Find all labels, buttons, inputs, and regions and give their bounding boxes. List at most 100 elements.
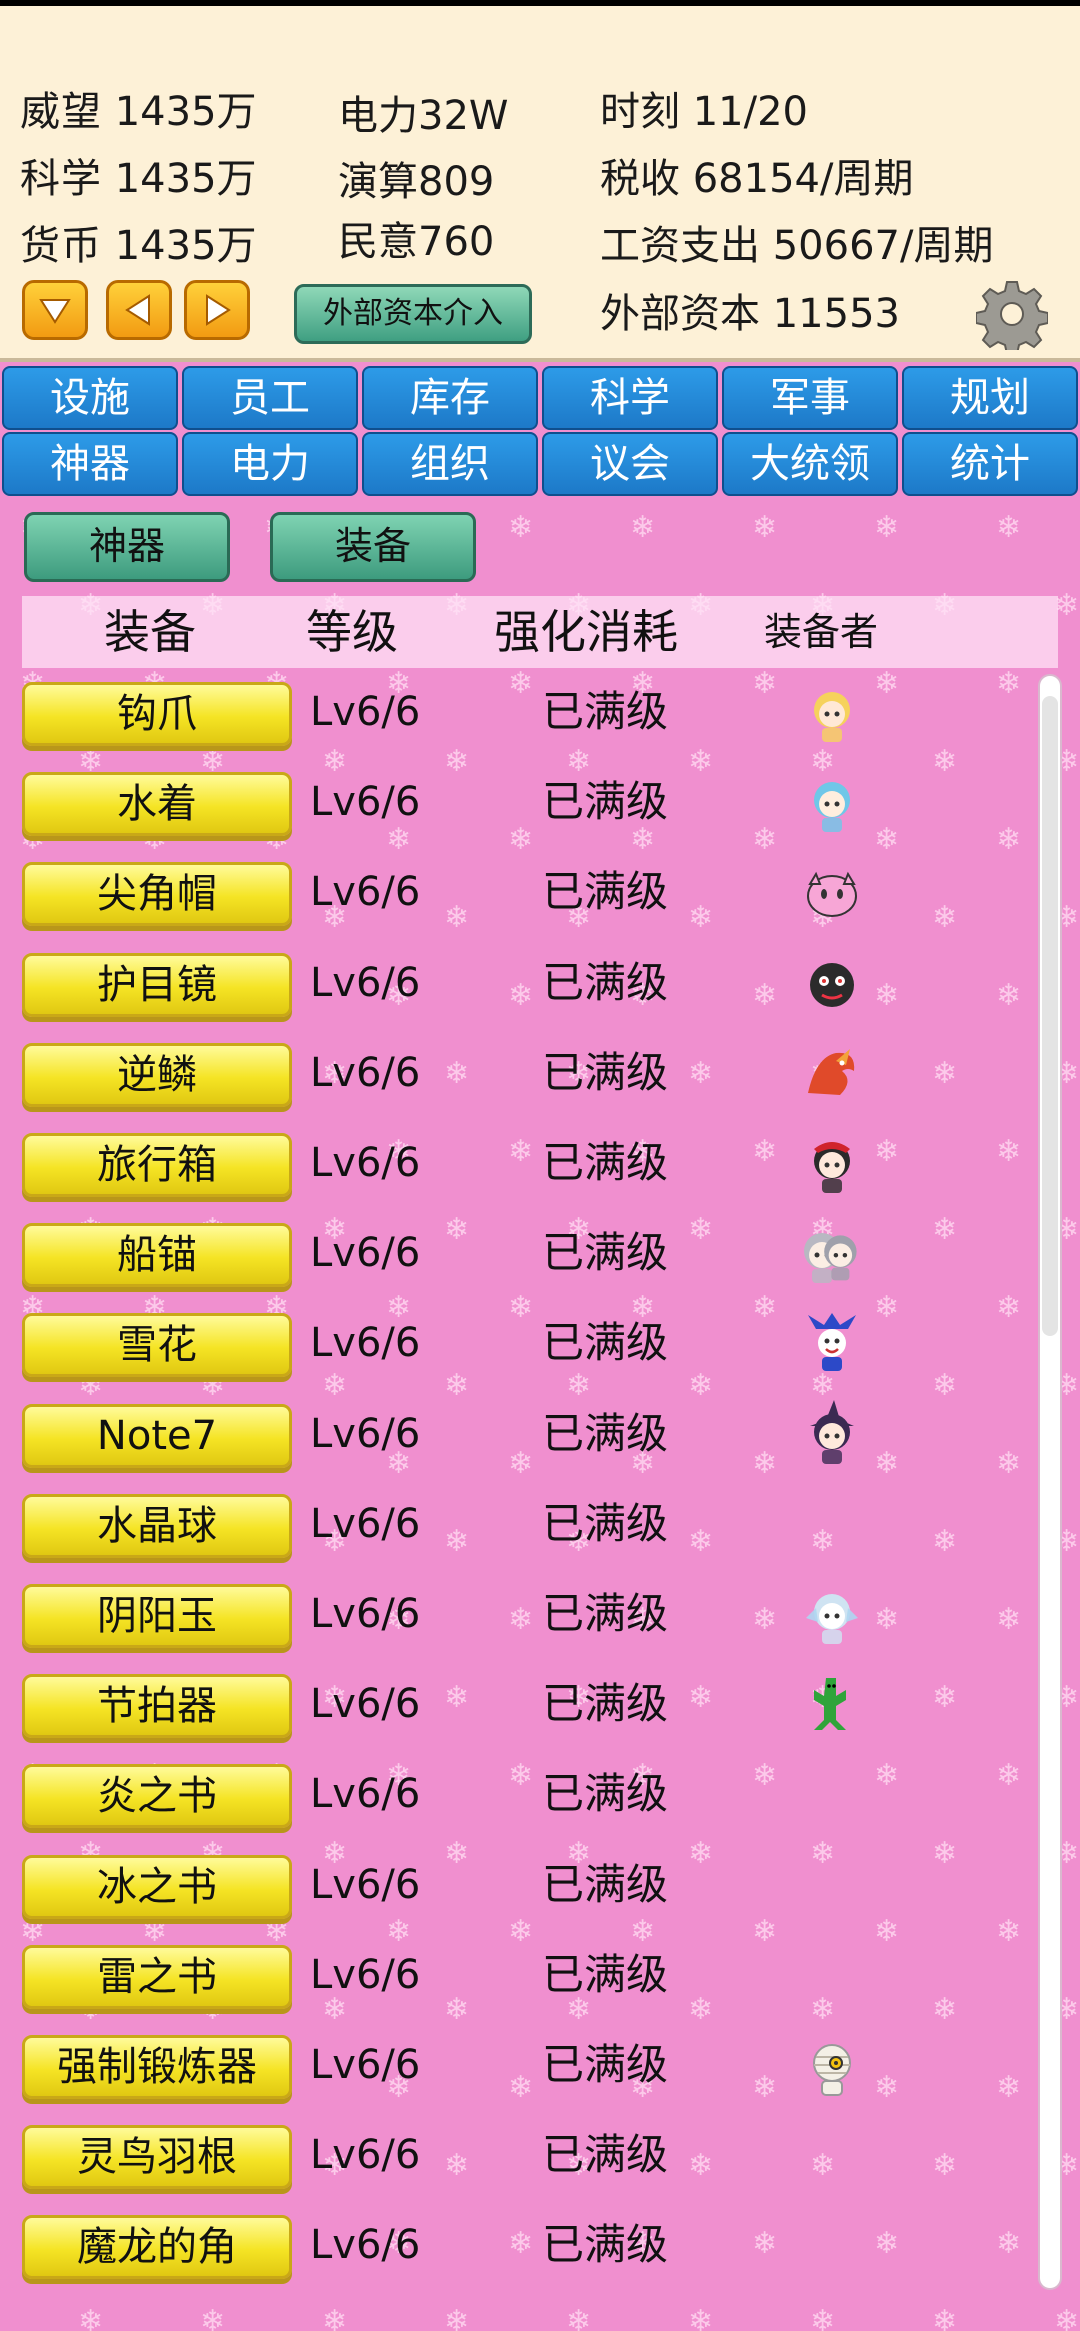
next-button[interactable]: [184, 280, 250, 340]
owner-avatar[interactable]: [796, 1307, 868, 1379]
arrow-left-icon: [125, 294, 150, 326]
equipment-name-button[interactable]: 炎之书: [22, 1764, 292, 1829]
scrollbar[interactable]: [1038, 674, 1062, 2290]
equipment-level: Lv6/6: [310, 1681, 421, 1728]
external-capital-button[interactable]: 外部资本介入: [294, 284, 532, 344]
equipment-level: Lv6/6: [310, 2042, 421, 2088]
stat-label: 时刻: [600, 89, 680, 135]
table-row: 炎之书 Lv6/6 已满级: [0, 1758, 1030, 1848]
snowflake-decoration: ❄: [688, 2304, 714, 2331]
upgrade-cost: 已满级: [542, 1589, 669, 1638]
equipment-name-button[interactable]: 节拍器: [22, 1674, 292, 1739]
upgrade-cost: 已满级: [542, 777, 669, 827]
equipment-name-button[interactable]: 雷之书: [22, 1944, 292, 2009]
equipment-level: Lv6/6: [310, 869, 421, 916]
tab-parliament[interactable]: 议会: [542, 432, 718, 496]
tab-science[interactable]: 科学: [542, 366, 718, 430]
tab-organization[interactable]: 组织: [362, 432, 538, 496]
owner-avatar[interactable]: [796, 1037, 868, 1109]
stat-value: 760: [418, 219, 495, 265]
equipment-level: Lv6/6: [310, 1500, 421, 1547]
equipment-name-button[interactable]: 灵鸟羽根: [22, 2125, 292, 2190]
table-row: 阴阳玉 Lv6/6 已满级: [0, 1578, 1030, 1668]
tab-power[interactable]: 电力: [182, 432, 358, 496]
equipment-level: Lv6/6: [310, 1861, 421, 1908]
owner-avatar[interactable]: [796, 856, 868, 928]
stat-label: 民意: [338, 219, 418, 265]
snowflake-decoration: ❄: [444, 2304, 470, 2331]
tab-staff[interactable]: 员工: [182, 366, 358, 430]
tab-facilities[interactable]: 设施: [2, 366, 178, 430]
equipment-name-button[interactable]: 冰之书: [22, 1854, 292, 1919]
owner-avatar[interactable]: [796, 676, 868, 748]
owner-avatar[interactable]: [796, 1668, 868, 1740]
upgrade-cost: 已满级: [542, 867, 669, 917]
equipment-name-button[interactable]: 钩爪: [22, 682, 292, 746]
stat-compute: 演算809: [338, 158, 494, 206]
equipment-name-button[interactable]: 雪花: [22, 1313, 292, 1378]
stat-power: 电力32W: [338, 92, 508, 140]
owner-avatar[interactable]: [796, 1578, 868, 1650]
equipment-name-button[interactable]: 护目镜: [22, 952, 292, 1017]
equipment-name-button[interactable]: 船锚: [22, 1223, 292, 1288]
table-row: 船锚 Lv6/6 已满级: [0, 1217, 1030, 1307]
owner-avatar[interactable]: [796, 1127, 868, 1199]
scroll-thumb[interactable]: [1042, 696, 1058, 1336]
tab-leader[interactable]: 大统领: [722, 432, 898, 496]
tab-military[interactable]: 军事: [722, 366, 898, 430]
owner-avatar[interactable]: [796, 1398, 868, 1470]
upgrade-cost: 已满级: [542, 2220, 669, 2270]
equipment-name-button[interactable]: 魔龙的角: [22, 2215, 292, 2280]
tab-inventory[interactable]: 库存: [362, 366, 538, 430]
equipment-level: Lv6/6: [310, 1140, 421, 1186]
stat-label: 科学: [20, 156, 102, 202]
stat-value: 11/20: [692, 89, 808, 135]
tab-artifacts[interactable]: 神器: [2, 432, 178, 496]
header-equipment: 装备: [104, 605, 196, 659]
equipment-name-button[interactable]: 逆鳞: [22, 1042, 292, 1107]
tab-statistics[interactable]: 统计: [902, 432, 1078, 496]
owner-avatar[interactable]: [796, 947, 868, 1019]
snowflake-decoration: ❄: [932, 2304, 958, 2331]
table-row: 尖角帽 Lv6/6 已满级: [0, 856, 1030, 946]
subtab-equipment[interactable]: 装备: [270, 512, 476, 582]
stat-prestige: 威望 1435万: [20, 88, 257, 136]
snowflake-decoration: ❄: [566, 2304, 592, 2331]
stat-label: 演算: [338, 159, 418, 205]
equipment-name-button[interactable]: 阴阳玉: [22, 1584, 292, 1648]
equipment-level: Lv6/6: [310, 689, 421, 735]
upgrade-cost: 已满级: [542, 1047, 669, 1097]
table-row: 水晶球 Lv6/6 已满级: [0, 1488, 1030, 1578]
stat-public-opinion: 民意760: [338, 218, 494, 266]
subtab-artifacts[interactable]: 神器: [24, 512, 230, 582]
equipment-name-button[interactable]: 尖角帽: [22, 862, 292, 927]
stat-value: 11553: [772, 291, 900, 337]
stat-value: 32W: [418, 93, 509, 139]
tab-planning[interactable]: 规划: [902, 366, 1078, 430]
down-button[interactable]: [22, 280, 88, 340]
stat-wage: 工资支出 50667/周期: [600, 222, 993, 270]
equipment-name-button[interactable]: 强制锻炼器: [22, 2035, 292, 2099]
owner-avatar[interactable]: [796, 1217, 868, 1289]
snowflake-decoration: ❄: [78, 2304, 104, 2331]
owner-avatar[interactable]: [796, 2029, 868, 2101]
equipment-level: Lv6/6: [310, 959, 421, 1006]
equipment-name-button[interactable]: 旅行箱: [22, 1133, 292, 1197]
stat-value: 1435万: [114, 89, 257, 135]
equipment-name-button[interactable]: Note7: [22, 1403, 292, 1468]
equipment-level: Lv6/6: [310, 1591, 421, 1637]
previous-button[interactable]: [106, 280, 172, 340]
stat-label: 电力: [338, 93, 418, 139]
header-upgrade-cost: 强化消耗: [494, 605, 678, 659]
upgrade-cost: 已满级: [542, 1318, 669, 1368]
table-row: 魔龙的角 Lv6/6 已满级: [0, 2209, 1030, 2299]
owner-avatar[interactable]: [796, 766, 868, 838]
equipment-level: Lv6/6: [310, 1951, 421, 1998]
table-row: 水着 Lv6/6 已满级: [0, 766, 1030, 856]
equipment-level: Lv6/6: [310, 1771, 421, 1818]
equipment-name-button[interactable]: 水晶球: [22, 1493, 292, 1558]
gear-icon[interactable]: [976, 278, 1048, 350]
equipment-name-button[interactable]: 水着: [22, 772, 292, 837]
upgrade-cost: 已满级: [542, 2040, 669, 2089]
snowflake-decoration: ❄: [810, 2304, 836, 2331]
